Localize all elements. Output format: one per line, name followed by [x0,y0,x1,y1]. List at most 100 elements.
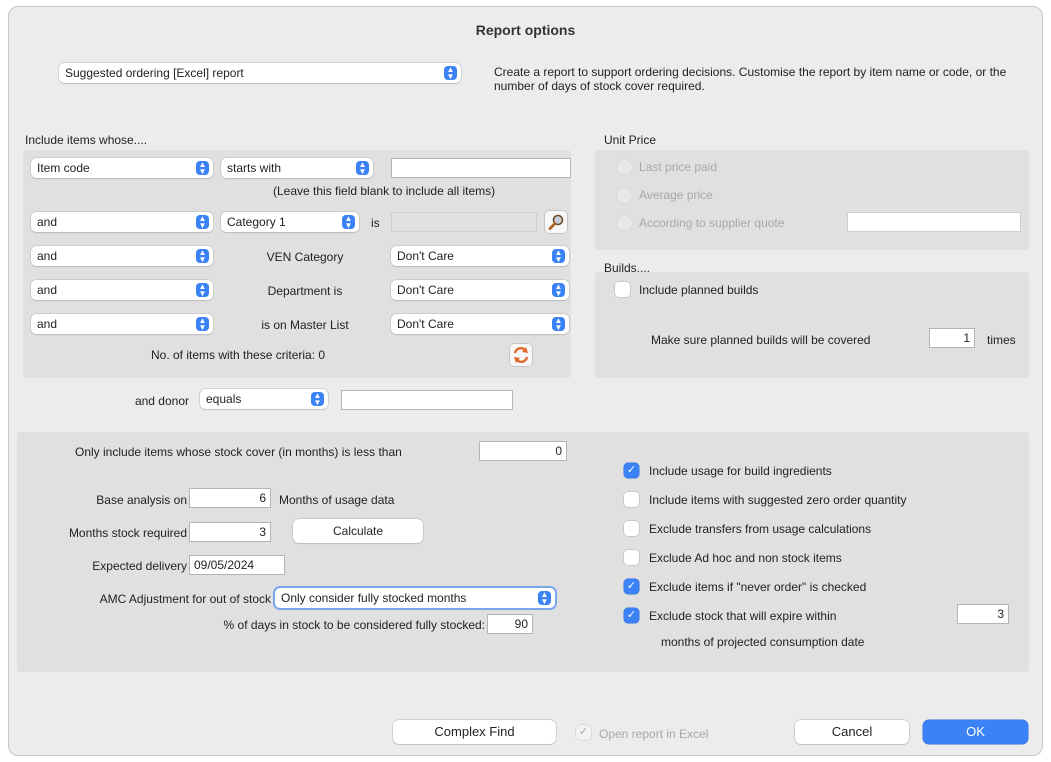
category-lookup-button[interactable] [545,211,567,233]
chevron-updown-icon: ▲ ▼ [196,215,209,230]
amc-adjustment-value: Only consider fully stocked months [281,591,467,605]
ven-category-select[interactable]: Don't Care ▲ ▼ [391,246,569,266]
usage-build-checkbox[interactable]: ✓ [624,463,639,478]
magnifier-icon [548,214,564,230]
item-field-select[interactable]: Item code ▲ ▼ [31,158,213,178]
conjunction-value: and [37,317,58,331]
amc-adjustment-label: AMC Adjustment for out of stock [99,592,271,606]
open-in-excel-label: Open report in Excel [599,727,709,741]
chevron-updown-icon: ▲ ▼ [444,66,457,81]
conjunction-value: and [37,215,58,229]
report-type-value: Suggested ordering [Excel] report [65,66,244,80]
include-items-panel: Item code ▲ ▼ starts with ▲ ▼ (Leave this … [23,150,571,378]
months-required-label: Months stock required [68,526,187,540]
donor-operator-value: equals [206,392,242,406]
times-label: times [987,333,1016,347]
builds-panel: Include planned builds Make sure planned… [595,272,1029,378]
expected-delivery-input[interactable]: 09/05/2024 [189,555,285,575]
analysis-panel: Only include items whose stock cover (in… [17,432,1029,672]
supplier-quote-radio [617,216,632,231]
stock-cover-input[interactable]: 0 [479,441,567,461]
is-label: is [371,216,380,230]
item-operator-select[interactable]: starts with ▲ ▼ [221,158,373,178]
department-select[interactable]: Don't Care ▲ ▼ [391,280,569,300]
department-label: Department is [267,284,343,298]
chevron-updown-icon: ▲ ▼ [196,161,209,176]
cancel-button[interactable]: Cancel [795,720,909,744]
fully-stocked-pct-input[interactable]: 90 [487,614,533,634]
complex-find-button[interactable]: Complex Find [393,720,556,744]
exclude-adhoc-checkbox[interactable] [624,550,639,565]
months-usage-label: Months of usage data [279,493,395,507]
exclude-transfers-label: Exclude transfers from usage calculation… [649,522,872,536]
expire-suffix-label: months of projected consumption date [661,635,865,649]
average-price-label: Average price [639,188,713,202]
blank-field-hint: (Leave this field blank to include all i… [273,184,496,198]
zero-order-checkbox[interactable] [624,492,639,507]
chevron-updown-icon: ▲ ▼ [196,249,209,264]
planned-builds-covered-label: Make sure planned builds will be covered [651,333,871,347]
ven-category-value: Don't Care [397,249,454,263]
department-value: Don't Care [397,283,454,297]
open-in-excel-checkbox: ✓ [576,725,591,740]
ok-button[interactable]: OK [923,720,1028,744]
include-items-heading: Include items whose.... [25,133,148,147]
exclude-adhoc-label: Exclude Ad hoc and non stock items [649,551,842,565]
conjunction-select-3[interactable]: and ▲ ▼ [31,280,213,300]
months-required-input[interactable]: 3 [189,522,271,542]
report-type-select[interactable]: Suggested ordering [Excel] report ▲ ▼ [59,63,461,83]
item-code-input[interactable] [391,158,571,178]
item-count-label: No. of items with these criteria: 0 [151,347,325,363]
unit-price-heading: Unit Price [604,133,657,147]
zero-order-label: Include items with suggested zero order … [649,493,907,507]
exclude-expire-checkbox[interactable]: ✓ [624,608,639,623]
exclude-transfers-checkbox[interactable] [624,521,639,536]
item-operator-value: starts with [227,161,282,175]
conjunction-select-1[interactable]: and ▲ ▼ [31,212,213,232]
conjunction-select-4[interactable]: and ▲ ▼ [31,314,213,334]
master-list-select[interactable]: Don't Care ▲ ▼ [391,314,569,334]
item-field-value: Item code [37,161,90,175]
exclude-never-order-checkbox[interactable]: ✓ [624,579,639,594]
supplier-quote-input [847,212,1021,232]
category-select[interactable]: Category 1 ▲ ▼ [221,212,359,232]
ven-category-label: VEN Category [266,250,344,264]
item-count-value: 0 [318,348,326,362]
conjunction-select-2[interactable]: and ▲ ▼ [31,246,213,266]
chevron-updown-icon: ▲ ▼ [342,215,355,230]
calculate-button[interactable]: Calculate [293,519,423,543]
refresh-icon [513,346,529,364]
donor-input[interactable] [341,390,513,410]
chevron-updown-icon: ▲ ▼ [552,249,565,264]
base-analysis-input[interactable]: 6 [189,488,271,508]
last-price-label: Last price paid [639,160,718,174]
chevron-updown-icon: ▲ ▼ [196,283,209,298]
exclude-expire-months-input[interactable]: 3 [957,604,1009,624]
chevron-updown-icon: ▲ ▼ [552,317,565,332]
fully-stocked-pct-label: % of days in stock to be considered full… [223,618,485,632]
master-list-value: Don't Care [397,317,454,331]
master-list-label: is on Master List [261,318,349,332]
base-analysis-label: Base analysis on [96,493,187,507]
item-count-text: No. of items with these criteria: [151,348,316,362]
dialog-title: Report options [475,22,576,38]
chevron-updown-icon: ▲ ▼ [196,317,209,332]
last-price-radio [617,160,632,175]
donor-operator-select[interactable]: equals ▲ ▼ [200,389,328,409]
include-planned-builds-checkbox[interactable] [615,282,630,297]
report-description: Create a report to support ordering deci… [494,65,1007,93]
refresh-count-button[interactable] [510,344,532,366]
chevron-updown-icon: ▲ ▼ [311,392,324,407]
exclude-expire-label: Exclude stock that will expire within [649,609,837,623]
include-planned-builds-label: Include planned builds [639,283,759,297]
chevron-updown-icon: ▲ ▼ [538,591,551,606]
amc-adjustment-select[interactable]: Only consider fully stocked months ▲ ▼ [275,588,555,608]
supplier-quote-label: According to supplier quote [639,216,785,230]
average-price-radio [617,188,632,203]
report-options-dialog: Report options Suggested ordering [Excel… [8,6,1043,756]
planned-builds-times-input[interactable]: 1 [929,328,975,348]
chevron-updown-icon: ▲ ▼ [356,161,369,176]
usage-build-label: Include usage for build ingredients [649,464,832,478]
unit-price-panel: Last price paid Average price According … [595,150,1029,250]
stock-cover-label: Only include items whose stock cover (in… [75,445,402,459]
